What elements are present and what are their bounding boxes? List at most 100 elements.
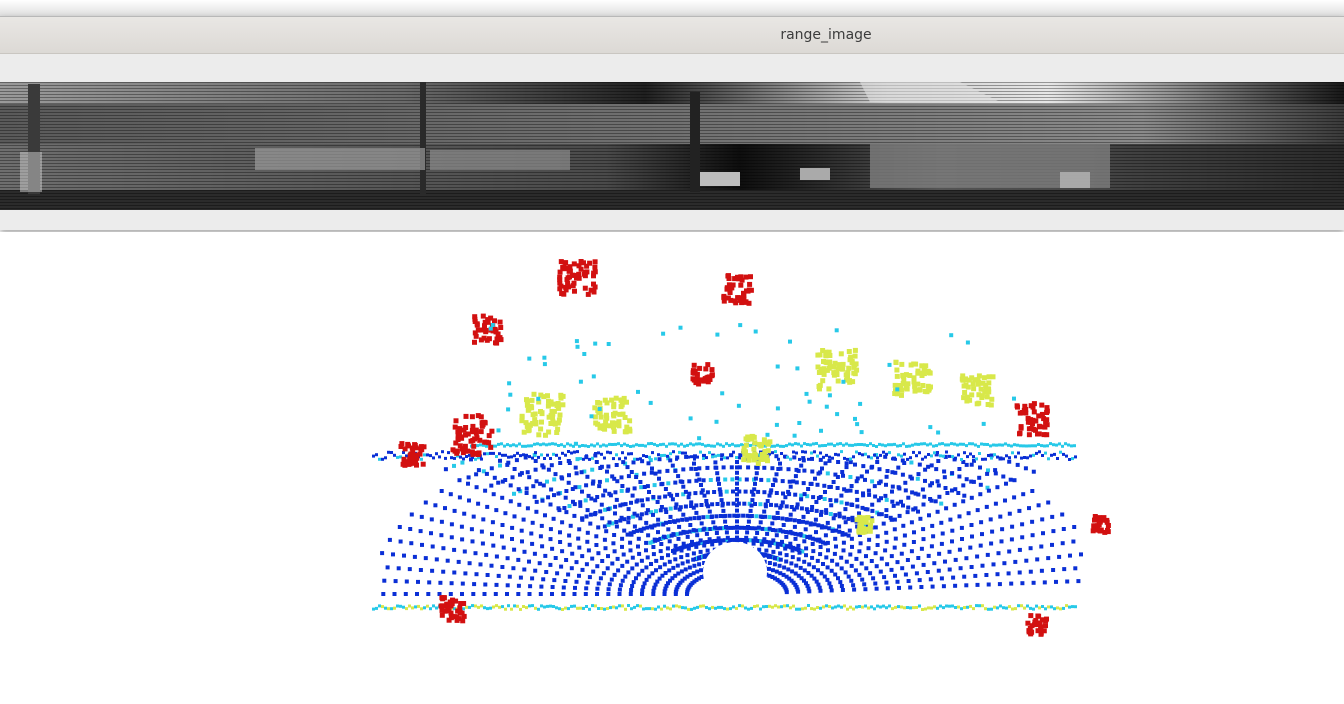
cloud-point	[945, 604, 948, 608]
cloud-point	[635, 498, 640, 503]
cloud-point	[841, 548, 846, 553]
cloud-point	[937, 494, 942, 499]
cloud-point	[836, 442, 839, 446]
cloud-point	[772, 477, 777, 482]
cloud-point	[461, 427, 467, 433]
cloud-point	[650, 525, 655, 530]
cloud-point	[542, 362, 547, 367]
cloud-point	[429, 454, 432, 458]
cloud-point	[825, 604, 828, 608]
cloud-point	[1008, 605, 1011, 609]
cloud-point	[851, 443, 854, 447]
cloud-point	[563, 579, 568, 583]
cloud-point	[936, 483, 941, 488]
cloud-point	[1095, 527, 1101, 533]
cloud-point	[940, 531, 945, 536]
cloud-point	[583, 498, 588, 503]
cloud-point	[503, 444, 506, 448]
cloud-point	[591, 479, 596, 484]
cloud-point	[948, 454, 951, 458]
cloud-point	[695, 533, 700, 538]
cloud-point	[506, 407, 511, 412]
cloud-point	[642, 454, 645, 458]
cloud-point	[924, 455, 927, 459]
cloud-point	[978, 482, 983, 487]
cloud-point	[516, 557, 521, 562]
cloud-point	[950, 528, 955, 533]
cloud-point	[802, 492, 807, 497]
cloud-point	[622, 528, 627, 533]
cloud-point	[588, 521, 593, 526]
cloud-point	[743, 442, 749, 448]
cloud-point	[564, 489, 569, 493]
cloud-point	[599, 502, 604, 507]
cloud-point	[848, 475, 853, 479]
cloud-point	[620, 544, 624, 549]
cloud-point	[1036, 503, 1041, 508]
cloud-point	[573, 465, 578, 470]
cloud-point	[989, 541, 994, 546]
cloud-point	[792, 507, 797, 512]
cloud-point	[632, 524, 637, 529]
cloud-point	[477, 437, 483, 443]
cloud-point	[1017, 547, 1022, 552]
cloud-point	[480, 604, 483, 608]
cloud-point	[665, 444, 668, 448]
cloud-point	[409, 445, 415, 451]
cloud-point	[863, 507, 868, 512]
cloud-point	[597, 607, 600, 610]
cloud-point	[964, 583, 969, 588]
cloud-point	[672, 550, 677, 555]
cloud-point	[585, 580, 590, 585]
point-cloud-canvas[interactable]	[0, 232, 1344, 700]
cloud-point	[457, 430, 463, 436]
cloud-point	[840, 605, 843, 609]
cloud-point	[825, 520, 830, 525]
cloud-point	[505, 462, 510, 467]
cloud-point	[617, 442, 620, 446]
cloud-point	[708, 451, 711, 455]
cloud-point	[896, 465, 901, 470]
cloud-point	[1050, 514, 1055, 519]
cloud-point	[657, 453, 660, 457]
cloud-point	[944, 443, 947, 447]
cloud-point	[801, 458, 806, 463]
cloud-point	[844, 501, 849, 506]
cloud-point	[486, 452, 489, 456]
cloud-point	[668, 506, 673, 511]
cloud-point	[996, 455, 999, 459]
range-image-window[interactable]: range_image	[0, 16, 1344, 230]
cloud-point	[857, 443, 860, 446]
cloud-point	[666, 454, 669, 458]
cloud-point	[474, 572, 479, 577]
cloud-point	[602, 443, 605, 447]
cloud-point	[784, 534, 789, 539]
cloud-point	[585, 291, 591, 297]
cloud-point	[744, 535, 749, 540]
cloud-point	[445, 558, 450, 563]
cloud-point	[846, 457, 849, 461]
cloud-point	[567, 533, 572, 538]
cloud-point	[857, 549, 862, 554]
cloud-point	[767, 566, 771, 571]
cloud-point	[870, 464, 875, 469]
cloud-point	[966, 605, 969, 609]
cloud-point	[772, 562, 777, 567]
cloud-point	[606, 587, 611, 592]
cloud-point	[600, 607, 603, 610]
cloud-point	[633, 457, 636, 461]
cloud-point	[407, 567, 412, 572]
point-cloud-view[interactable]	[0, 232, 1344, 700]
cloud-point	[762, 465, 767, 470]
cloud-point	[992, 443, 995, 447]
cloud-point	[393, 606, 396, 610]
cloud-point	[626, 507, 631, 512]
window-titlebar[interactable]: range_image	[0, 17, 1344, 54]
cloud-point	[710, 502, 715, 507]
cloud-point	[600, 516, 605, 521]
cloud-point	[793, 536, 798, 541]
cloud-point	[524, 491, 529, 495]
cloud-point	[591, 374, 596, 379]
cloud-point	[679, 548, 684, 553]
cloud-point	[965, 384, 971, 390]
